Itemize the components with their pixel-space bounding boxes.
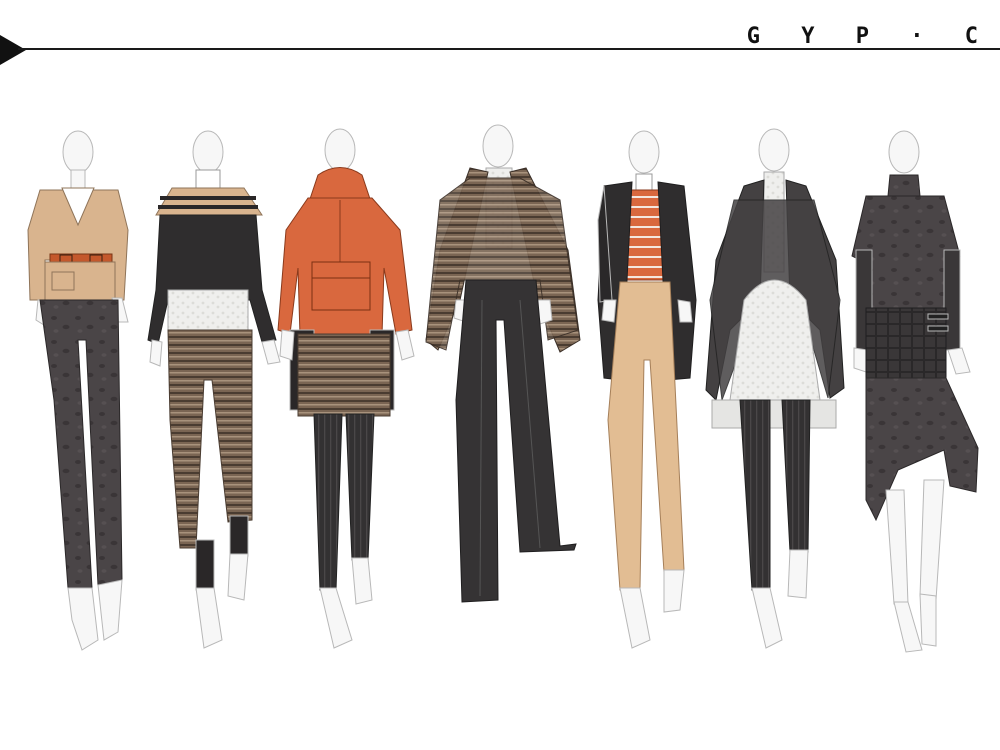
figure-2 [147, 130, 281, 649]
fashion-lineup-page: G Y P · C [0, 0, 1000, 750]
figure-1 [27, 130, 129, 651]
head-icon [192, 130, 224, 174]
lineup-illustration [27, 124, 979, 653]
head-icon [888, 130, 920, 174]
figure-3 [277, 128, 415, 649]
head-icon [482, 124, 514, 168]
figure-6 [705, 128, 845, 649]
head-icon [324, 128, 356, 172]
figure-5 [597, 130, 697, 649]
head-icon [758, 128, 790, 172]
head-icon [62, 130, 94, 174]
figure-7 [851, 130, 979, 653]
figure-4 [425, 124, 581, 603]
head-icon [628, 130, 660, 174]
